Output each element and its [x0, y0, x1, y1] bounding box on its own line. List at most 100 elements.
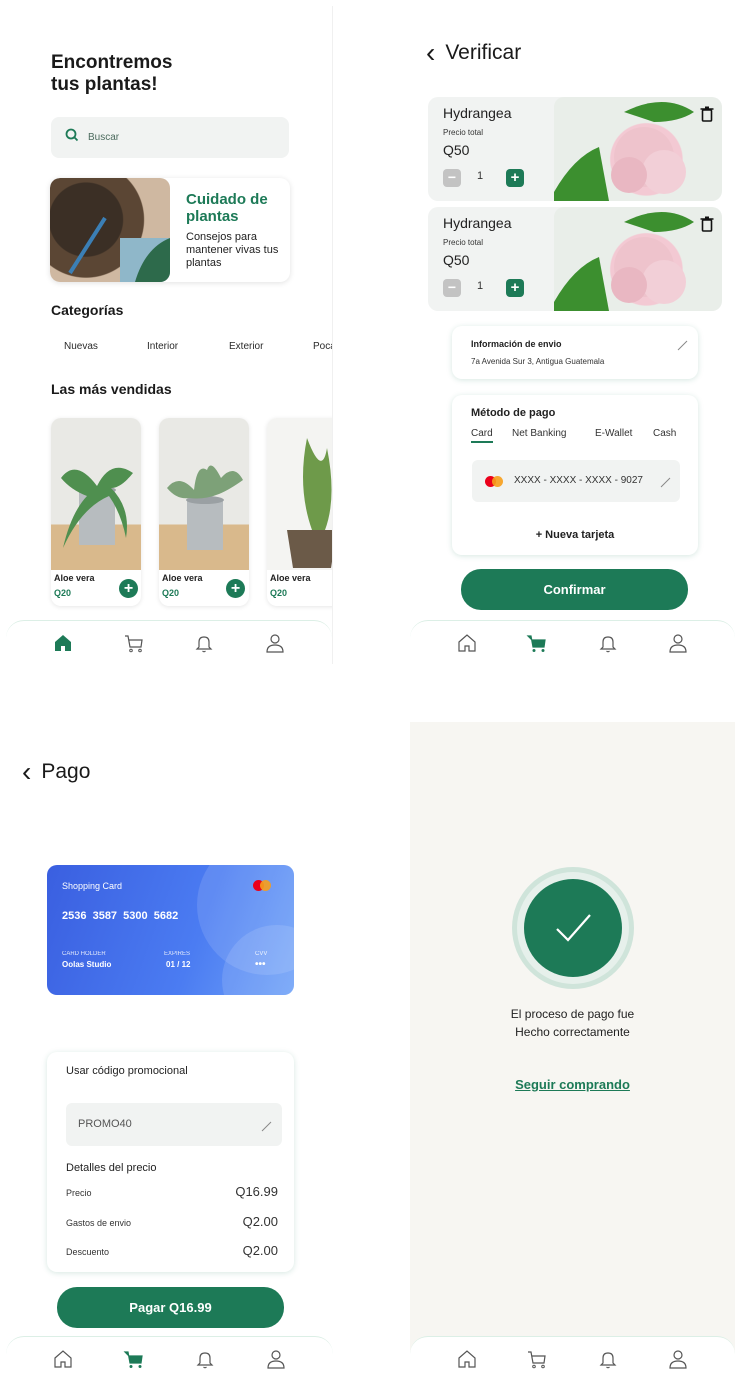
product-price: Q20: [54, 588, 72, 598]
price-row-label: Descuento: [66, 1247, 110, 1257]
product-price: Q20: [270, 588, 288, 598]
user-icon[interactable]: [665, 1346, 691, 1372]
payment-header: ‹ Pago: [22, 758, 90, 786]
edit-pencil-icon[interactable]: [660, 475, 671, 493]
item-qty: 1: [477, 280, 484, 292]
decrease-qty-button[interactable]: −: [443, 169, 461, 187]
plant-care-card[interactable]: Cuidado de plantas Consejos para mantene…: [50, 178, 290, 282]
item-name: Hydrangea: [443, 215, 512, 231]
bottom-nav: [6, 620, 332, 664]
new-card-button[interactable]: + Nueva tarjeta: [452, 529, 698, 541]
user-icon[interactable]: [262, 630, 288, 656]
cart-icon[interactable]: [524, 1346, 550, 1372]
category-tab-interior[interactable]: Interior: [147, 341, 178, 352]
search-input[interactable]: Buscar: [51, 117, 289, 158]
tab-e-wallet[interactable]: E-Wallet: [595, 428, 632, 439]
edit-pencil-icon[interactable]: [261, 1119, 272, 1137]
plant-photo: [267, 418, 332, 570]
item-price-label: Precio total: [443, 238, 484, 247]
increase-qty-button[interactable]: +: [506, 169, 524, 187]
tab-net-banking[interactable]: Net Banking: [512, 428, 566, 439]
shipping-label: Información de envio: [471, 339, 562, 349]
home-icon[interactable]: [50, 630, 76, 656]
cart-icon[interactable]: [121, 630, 147, 656]
mastercard-icon: [485, 476, 503, 487]
price-row-label: Precio: [66, 1188, 92, 1198]
card-holder: Oolas Studio: [62, 960, 112, 969]
bell-icon[interactable]: [192, 1346, 218, 1372]
price-row: Precio Q16.99: [66, 1184, 278, 1199]
promo-code-input[interactable]: PROMO40: [66, 1103, 282, 1146]
item-price-label: Precio total: [443, 128, 484, 137]
add-to-cart-button[interactable]: +: [119, 579, 138, 598]
back-button[interactable]: ‹: [22, 758, 31, 786]
card-number: 2536 3587 5300 5682: [62, 910, 179, 922]
increase-qty-button[interactable]: +: [506, 279, 524, 297]
tab-card[interactable]: Card: [471, 428, 493, 443]
bell-icon[interactable]: [595, 1346, 621, 1372]
trash-icon[interactable]: [700, 106, 714, 122]
home-screen: Encontremos tus plantas! Buscar Cuidado …: [6, 6, 333, 664]
home-icon[interactable]: [454, 1346, 480, 1372]
saved-card-row[interactable]: XXXX - XXXX - XXXX - 9027: [472, 460, 680, 502]
back-button[interactable]: ‹: [426, 39, 435, 67]
item-qty: 1: [477, 170, 484, 182]
expires-value: 01 / 12: [166, 960, 191, 969]
product-price: Q20: [162, 588, 180, 598]
payment-tabs: Card Net Banking E-Wallet Cash: [471, 428, 691, 448]
price-row-label: Gastos de envio: [66, 1218, 132, 1228]
cart-item: Hydrangea Precio total Q50 − 1 +: [428, 207, 722, 311]
price-row: Gastos de envio Q2.00: [66, 1214, 278, 1229]
hydrangea-photo: [554, 207, 722, 311]
product-name: Aloe vera: [162, 573, 203, 583]
decrease-qty-button[interactable]: −: [443, 279, 461, 297]
category-tab-poca[interactable]: Poca: [313, 341, 332, 352]
price-row: Descuento Q2.00: [66, 1243, 278, 1258]
shipping-info-card[interactable]: Información de envio 7a Avenida Sur 3, A…: [452, 326, 698, 379]
tab-cash[interactable]: Cash: [653, 428, 676, 439]
category-tabs: Nuevas Interior Exterior Poca: [51, 341, 332, 357]
promo-and-price-card: Usar código promocional PROMO40 Detalles…: [47, 1052, 294, 1272]
payment-screen: ‹ Pago Shopping Card 2536 3587 5300 5682…: [6, 722, 333, 1380]
search-icon: [65, 128, 79, 147]
hydrangea-photo: [554, 97, 722, 201]
product-card[interactable]: Aloe vera Q20 +: [159, 418, 249, 606]
card-holder-label: CARD HOLDER: [62, 951, 106, 957]
home-icon[interactable]: [454, 630, 480, 656]
confirm-button[interactable]: Confirmar: [461, 569, 688, 610]
category-tab-exterior[interactable]: Exterior: [229, 341, 263, 352]
cvv-value: •••: [255, 959, 266, 970]
soil-photo: [50, 178, 170, 282]
care-card-subtitle: Consejos para mantener vivas tus plantas: [186, 231, 279, 269]
plant-photo: [159, 418, 249, 570]
pay-button[interactable]: Pagar Q16.99: [57, 1287, 284, 1328]
product-card[interactable]: Aloe vera Q20: [267, 418, 332, 606]
item-price: Q50: [443, 252, 470, 268]
edit-pencil-icon[interactable]: [677, 338, 688, 356]
trash-icon[interactable]: [700, 216, 714, 232]
user-icon[interactable]: [263, 1346, 289, 1372]
shopping-card[interactable]: Shopping Card 2536 3587 5300 5682 CARD H…: [47, 865, 294, 995]
continue-shopping-link[interactable]: Seguir comprando: [410, 1077, 735, 1092]
success-message-line1: El proceso de pago fue: [510, 1007, 635, 1021]
user-icon[interactable]: [665, 630, 691, 656]
item-price: Q50: [443, 142, 470, 158]
bell-icon[interactable]: [595, 630, 621, 656]
payment-method-card: Método de pago Card Net Banking E-Wallet…: [452, 395, 698, 555]
home-icon[interactable]: [50, 1346, 76, 1372]
cart-icon[interactable]: [524, 630, 550, 656]
success-screen: El proceso de pago fue Hecho correctamen…: [410, 722, 735, 1380]
page-title: Verificar: [445, 41, 522, 64]
category-tab-nuevas[interactable]: Nuevas: [64, 341, 98, 352]
search-placeholder: Buscar: [88, 132, 120, 143]
price-row-value: Q2.00: [242, 1214, 278, 1229]
cart-icon[interactable]: [121, 1346, 147, 1372]
product-name: Aloe vera: [270, 573, 311, 583]
add-to-cart-button[interactable]: +: [226, 579, 245, 598]
plant-photo: [51, 418, 141, 570]
cart-item: Hydrangea Precio total Q50 − 1 +: [428, 97, 722, 201]
bell-icon[interactable]: [191, 630, 217, 656]
home-title-line1: Encontremos: [51, 52, 173, 73]
price-row-value: Q2.00: [242, 1243, 278, 1258]
product-card[interactable]: Aloe vera Q20 +: [51, 418, 141, 606]
